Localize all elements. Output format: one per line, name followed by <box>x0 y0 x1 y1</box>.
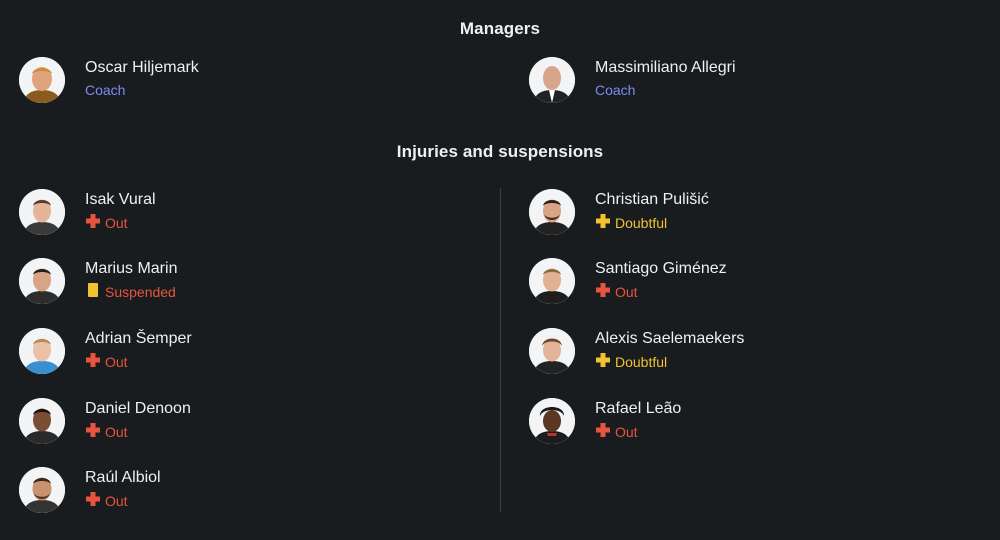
player-status: Out <box>595 282 638 301</box>
red-cross-icon <box>85 352 101 371</box>
manager-name: Oscar Hiljemark <box>85 59 199 76</box>
status-label: Out <box>105 353 128 370</box>
status-label: Out <box>105 423 128 440</box>
player-name: Adrian Šemper <box>85 330 192 347</box>
manager-avatar <box>529 57 575 103</box>
yellow-card-icon <box>85 282 101 301</box>
player-card[interactable]: Adrian Šemper Out <box>19 328 439 376</box>
player-avatar <box>529 328 575 374</box>
player-name: Isak Vural <box>85 191 156 208</box>
injuries-title: Injuries and suspensions <box>396 142 604 161</box>
player-status: Out <box>85 213 128 232</box>
player-card[interactable]: Daniel Denoon Out <box>19 398 439 446</box>
player-card[interactable]: Alexis Saelemaekers Doubtful <box>529 328 949 376</box>
player-avatar <box>19 328 65 374</box>
player-name: Marius Marin <box>85 260 178 277</box>
red-cross-icon <box>85 422 101 441</box>
player-card[interactable]: Christian Pulišić Doubtful <box>529 189 949 237</box>
status-label: Out <box>105 214 128 231</box>
player-status: Doubtful <box>595 213 667 232</box>
player-avatar <box>19 398 65 444</box>
player-name: Daniel Denoon <box>85 400 191 417</box>
player-avatar <box>19 189 65 235</box>
red-cross-icon <box>595 422 611 441</box>
player-card[interactable]: Santiago Giménez Out <box>529 258 949 306</box>
player-card[interactable]: Marius Marin Suspended <box>19 258 439 306</box>
managers-title: Managers <box>459 19 541 38</box>
manager-card[interactable]: Massimiliano Allegri Coach <box>529 57 949 105</box>
player-status: Out <box>85 422 128 441</box>
manager-name: Massimiliano Allegri <box>595 59 736 76</box>
player-status: Out <box>85 491 128 510</box>
player-status: Doubtful <box>595 352 667 371</box>
red-cross-icon <box>595 282 611 301</box>
status-label: Suspended <box>105 283 176 300</box>
player-avatar <box>19 258 65 304</box>
player-status: Out <box>85 352 128 371</box>
player-avatar <box>529 189 575 235</box>
manager-avatar <box>19 57 65 103</box>
red-cross-icon <box>85 213 101 232</box>
status-label: Out <box>615 423 638 440</box>
player-status: Suspended <box>85 282 176 301</box>
player-card[interactable]: Isak Vural Out <box>19 189 439 237</box>
manager-role: Coach <box>595 82 636 98</box>
status-label: Doubtful <box>615 353 668 370</box>
yellow-cross-icon <box>595 352 611 371</box>
status-label: Out <box>615 283 638 300</box>
yellow-cross-icon <box>595 213 611 232</box>
status-label: Doubtful <box>615 214 668 231</box>
player-name: Alexis Saelemaekers <box>595 330 745 347</box>
player-name: Rafael Leão <box>595 400 682 417</box>
manager-card[interactable]: Oscar Hiljemark Coach <box>19 57 439 105</box>
player-name: Santiago Giménez <box>595 260 727 277</box>
red-cross-icon <box>85 491 101 510</box>
player-avatar <box>19 467 65 513</box>
player-name: Christian Pulišić <box>595 191 709 208</box>
status-label: Out <box>105 492 128 509</box>
player-card[interactable]: Rafael Leão Out <box>529 398 949 446</box>
manager-role: Coach <box>85 82 126 98</box>
column-divider <box>500 188 501 512</box>
player-card[interactable]: Raúl Albiol Out <box>19 467 439 515</box>
player-avatar <box>529 258 575 304</box>
player-status: Out <box>595 422 638 441</box>
player-name: Raúl Albiol <box>85 469 161 486</box>
player-avatar <box>529 398 575 444</box>
